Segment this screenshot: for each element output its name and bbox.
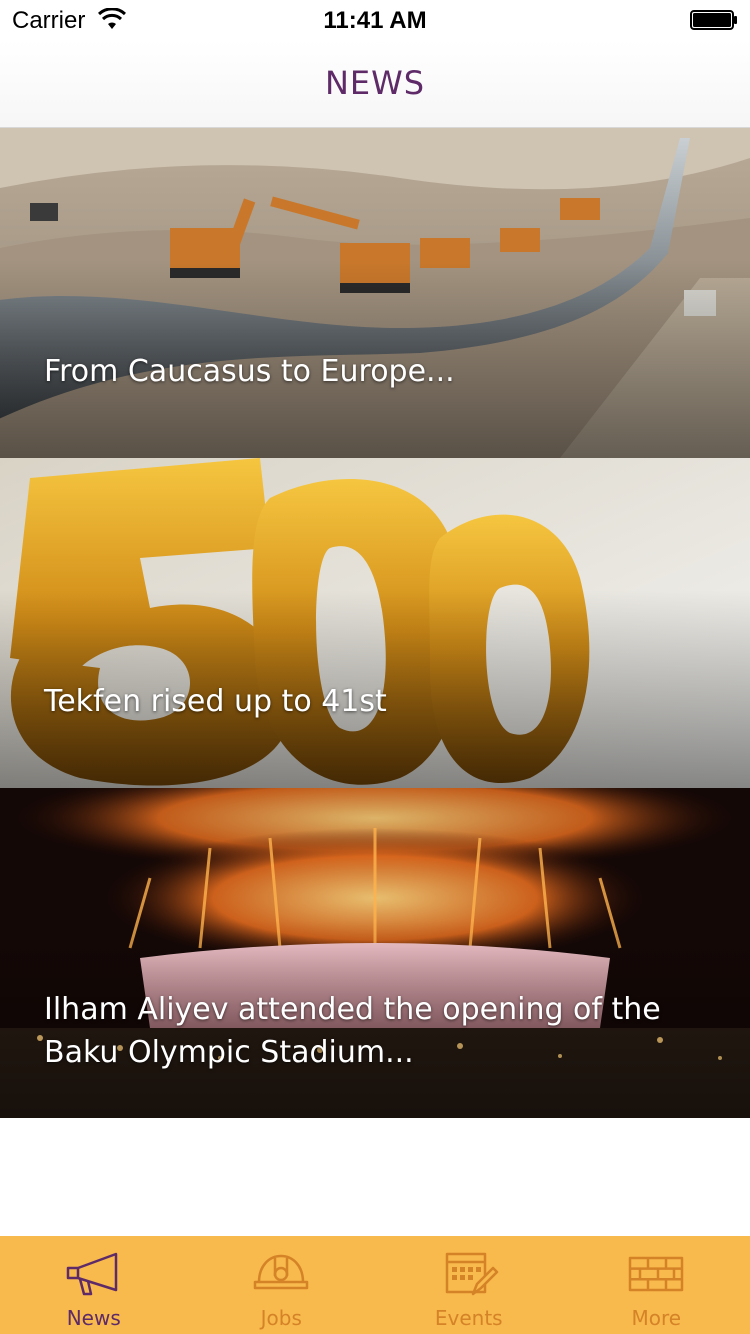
news-item-stadium[interactable]: Ilham Aliyev attended the opening of the… (0, 788, 750, 1118)
hard-hat-icon (254, 1254, 309, 1290)
news-item-pipeline[interactable]: From Caucasus to Europe... (0, 128, 750, 458)
calendar-icon (445, 1252, 498, 1296)
news-item-ranking[interactable]: Tekfen rised up to 41st (0, 458, 750, 788)
page-title: NEWS (324, 64, 426, 102)
tab-news[interactable]: News (0, 1236, 188, 1334)
tab-label: More (631, 1306, 682, 1330)
tab-more[interactable]: More (563, 1236, 750, 1334)
status-bar: Carrier 11:41 AM (0, 0, 750, 40)
tab-label: Jobs (260, 1306, 302, 1330)
megaphone-icon (66, 1252, 117, 1296)
news-title: From Caucasus to Europe... (44, 354, 455, 389)
tab-bar: News Jobs Events More (0, 1236, 750, 1334)
navigation-bar: NEWS (0, 40, 750, 128)
tab-events[interactable]: Events (375, 1236, 563, 1334)
battery-icon (690, 10, 737, 30)
status-time: 11:41 AM (323, 7, 427, 34)
tab-label: Events (434, 1306, 503, 1330)
news-title: Ilham Aliyev attended the opening of the… (44, 992, 661, 1070)
brick-wall-icon (629, 1256, 684, 1292)
news-list: From Caucasus to Europe... Tekfen rised … (0, 128, 750, 1118)
tab-jobs[interactable]: Jobs (188, 1236, 376, 1334)
tab-label: News (66, 1306, 121, 1330)
news-title: Tekfen rised up to 41st (44, 684, 387, 719)
